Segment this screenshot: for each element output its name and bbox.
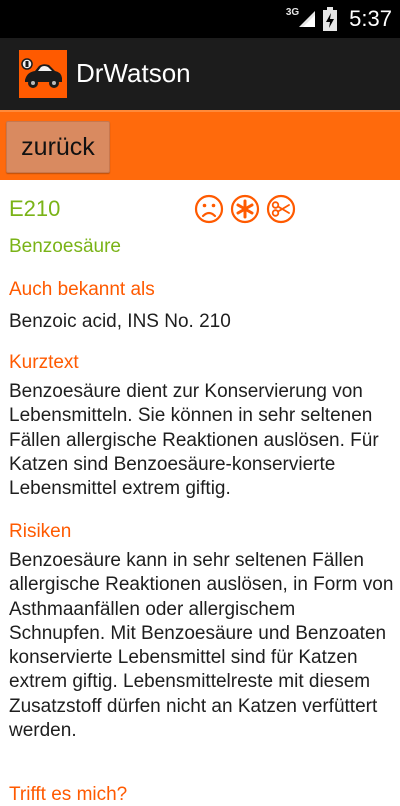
sad-face-icon: [194, 194, 224, 224]
risks-body: Benzoesäure kann in sehr seltenen Fällen…: [9, 550, 394, 742]
short-text-heading: Kurztext: [9, 352, 79, 373]
also-known-text: Benzoic acid, INS No. 210: [9, 311, 231, 332]
warning-icons: [194, 194, 296, 224]
status-icons: 3G 5:37: [286, 0, 392, 38]
additive-name: Benzoesäure: [9, 236, 121, 257]
also-known-heading: Auch bekannt als: [9, 279, 155, 300]
clock: 5:37: [349, 6, 392, 31]
signal-icon: [299, 11, 316, 27]
allergy-asterisk-icon: [230, 194, 260, 224]
scissors-icon: [266, 194, 296, 224]
app-title: DrWatson: [76, 58, 191, 88]
battery-icon: [323, 7, 338, 31]
status-bar: 3G 5:37: [0, 0, 400, 38]
additive-code: E210: [9, 196, 61, 221]
header-strip: zurück: [0, 110, 400, 180]
risks-heading: Risiken: [9, 521, 72, 542]
short-text-body: Benzoesäure dient zur Konservierung von …: [9, 381, 379, 500]
affects-me-heading: Trifft es mich?: [9, 784, 128, 805]
back-button[interactable]: zurück: [6, 121, 110, 173]
car-logo-icon[interactable]: [19, 50, 67, 98]
action-bar: DrWatson: [0, 38, 400, 110]
network-type-label: 3G: [285, 6, 300, 18]
